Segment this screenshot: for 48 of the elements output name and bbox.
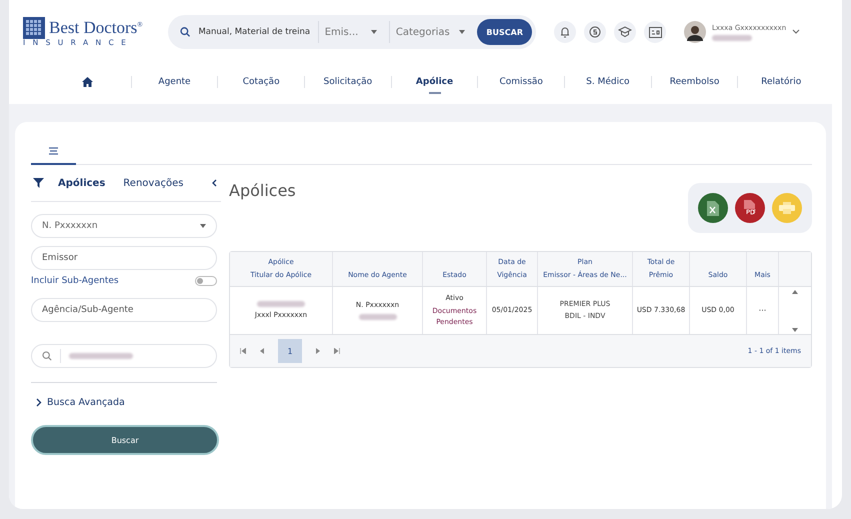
page-title: Apólices — [229, 181, 296, 200]
previous-page-icon[interactable] — [260, 348, 264, 354]
submit-button[interactable]: Buscar — [31, 425, 219, 455]
page-button[interactable]: 1 — [278, 339, 302, 363]
excel-export-icon[interactable] — [698, 193, 728, 223]
nav-tab[interactable]: Relatório — [738, 69, 824, 95]
agent-select[interactable]: N. Pxxxxxxn — [31, 214, 217, 238]
issuer-dropdown[interactable]: Emis... — [318, 21, 383, 43]
last-page-icon[interactable] — [334, 348, 340, 354]
pdf-export-icon[interactable] — [735, 193, 765, 223]
id-card-icon[interactable] — [644, 21, 666, 43]
coin-icon[interactable] — [584, 21, 606, 43]
search-icon — [180, 26, 190, 38]
graduation-cap-icon[interactable] — [614, 21, 636, 43]
avatar-icon[interactable] — [684, 21, 706, 43]
bell-icon[interactable] — [554, 21, 576, 43]
chevron-right-icon — [36, 398, 42, 407]
search-field[interactable]: Manual, Material de treina — [196, 26, 312, 38]
sidebar-tab[interactable]: Apólices — [54, 176, 110, 190]
issuer-field[interactable]: Emissor — [31, 246, 217, 270]
redacted-text — [257, 300, 305, 307]
nav-tab[interactable]: Comissão — [478, 69, 564, 95]
toggle-switch[interactable] — [195, 276, 217, 286]
chevron-down-icon[interactable] — [792, 29, 800, 35]
nav-tab[interactable]: Cotação — [218, 69, 304, 95]
more-button[interactable]: ··· — [756, 306, 768, 315]
nav-tab[interactable]: Agente — [132, 69, 218, 95]
logo-wordmark: Best Doctors$^{®}$ — [49, 18, 143, 38]
next-page-icon[interactable] — [316, 348, 320, 354]
advanced-search-link[interactable]: Busca Avançada — [36, 397, 125, 408]
scrollbar[interactable] — [792, 288, 798, 332]
policy-search-field[interactable] — [31, 344, 217, 368]
nav-tab[interactable]: Apólice — [392, 69, 478, 95]
nav-tab[interactable]: S. Médico — [565, 69, 651, 95]
sidebar-tab[interactable]: Renovações — [119, 176, 188, 190]
search-button[interactable]: BUSCAR — [477, 19, 532, 45]
category-dropdown[interactable]: Categorias — [388, 21, 472, 43]
search-icon — [42, 351, 52, 361]
nav-tab[interactable]: Reembolso — [652, 69, 738, 95]
logo-grid-icon — [23, 17, 45, 39]
redacted-text — [358, 314, 396, 320]
chevron-left-icon[interactable] — [211, 179, 217, 187]
agency-field[interactable]: Agência/Sub-Agente — [31, 298, 217, 322]
nav-tab[interactable]: Solicitação — [305, 69, 391, 95]
redacted-text — [712, 34, 752, 40]
toggle-label: Incluir Sub-Agentes — [31, 276, 119, 286]
first-page-icon[interactable] — [240, 348, 246, 354]
filter-icon[interactable] — [33, 178, 44, 188]
